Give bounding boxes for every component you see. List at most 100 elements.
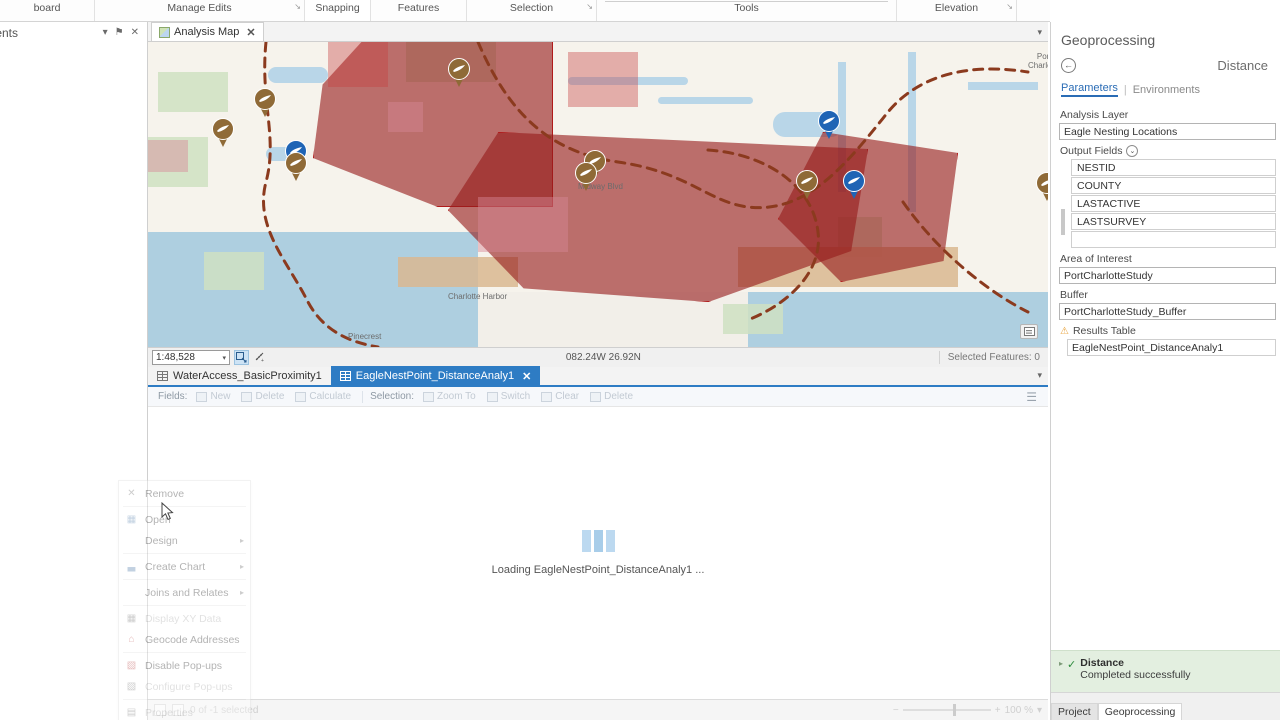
output-field-row[interactable]: LASTSURVEY	[1071, 213, 1276, 230]
ribbon-group-snapping[interactable]: Snapping	[305, 0, 371, 21]
ribbon-group-label: Tools	[734, 2, 759, 14]
context-menu-item-create-chart[interactable]: ▃ Create Chart ▸	[119, 556, 250, 577]
zoom-slider-handle[interactable]	[952, 704, 956, 716]
chevron-down-icon[interactable]: ▾	[1037, 370, 1042, 381]
zoom-out-button[interactable]: −	[893, 705, 899, 716]
geoprocessing-nav-row: ← Distance	[1051, 54, 1280, 78]
menu-caret-icon[interactable]: ▾	[103, 28, 108, 38]
ribbon-group-tools[interactable]: Tools	[597, 0, 897, 21]
table-toolbar: Fields: New Delete Calculate Selection: …	[148, 387, 1048, 407]
selection-zoom-to-button[interactable]: Zoom To	[419, 391, 480, 402]
fields-scrollbar-thumb[interactable]	[1061, 209, 1065, 235]
output-field-row[interactable]: LASTACTIVE	[1071, 195, 1276, 212]
map-place-label: Pinecrest	[348, 332, 382, 341]
map-pin-water-access[interactable]	[818, 110, 840, 140]
context-menu-item-disable-pop-ups[interactable]: ▧ Disable Pop-ups	[119, 655, 250, 676]
footer-tab-geoprocessing[interactable]: Geoprocessing	[1097, 703, 1183, 720]
back-arrow-icon[interactable]: ←	[1061, 57, 1076, 73]
bird-icon	[848, 177, 860, 184]
table-zoom-control[interactable]: − + 100 % ▾	[893, 704, 1042, 716]
menu-item-icon: ⌂	[128, 634, 135, 645]
dialog-launcher-icon[interactable]: ↘	[1006, 2, 1013, 11]
context-menu-item-geocode-addresses[interactable]: ⌂ Geocode Addresses	[119, 629, 250, 650]
pin-icon[interactable]: ⚑	[115, 28, 124, 38]
map-pin-eagle-nest[interactable]	[796, 170, 818, 200]
map-pin-eagle-nest[interactable]	[212, 118, 234, 148]
selection-clear-button[interactable]: Clear	[537, 391, 583, 402]
bird-icon	[1041, 180, 1048, 186]
table-tab-strip: WaterAccess_BasicProximity1 EagleNestPoin…	[148, 366, 1048, 387]
menu-item-icon: ▧	[126, 681, 137, 692]
table-tab-active[interactable]: EagleNestPoint_DistanceAnaly1 ✕	[330, 366, 541, 385]
selection-switch-button[interactable]: Switch	[483, 391, 534, 402]
close-icon[interactable]: ✕	[131, 28, 139, 38]
chevron-down-icon[interactable]: ▾	[1037, 27, 1042, 38]
area-of-interest-input[interactable]: PortCharlotteStudy	[1059, 267, 1276, 284]
context-menu-item-open[interactable]: ▦ Open	[119, 509, 250, 530]
ribbon-group-board[interactable]: board	[0, 0, 95, 21]
context-menu-item-remove[interactable]: ✕ Remove	[119, 483, 250, 504]
bird-icon	[217, 125, 229, 132]
buffer-value: PortCharlotteStudy_Buffer	[1064, 305, 1187, 318]
menu-item-icon: ▃	[127, 561, 136, 572]
buffer-input[interactable]: PortCharlotteStudy_Buffer	[1059, 303, 1276, 320]
selection-group-label: Selection:	[370, 391, 414, 402]
ribbon-group-manage-edits[interactable]: Manage Edits ↘	[95, 0, 305, 21]
ribbon-group-selection[interactable]: Selection ↘	[467, 0, 597, 21]
table-options-menu-icon[interactable]: ☰	[1026, 390, 1038, 404]
tab-analysis-map[interactable]: Analysis Map ✕	[151, 22, 264, 41]
context-menu-item-properties: ▤ Properties	[119, 702, 250, 720]
results-table-text: Results Table	[1072, 325, 1136, 337]
basemap-toggle-button[interactable]	[1020, 324, 1038, 339]
zoom-slider[interactable]	[902, 704, 991, 716]
layer-context-menu[interactable]: ✕ Remove ▦ Open Design ▸ ▃ Create Chart ▸ Joins a…	[118, 480, 251, 720]
map-canvas[interactable]: Port CharlotteCharlotte HarborPinecrestM…	[148, 42, 1048, 347]
map-status-bar: 1:48,528 ▾ + 082.24W 26.92N Selected Fea…	[148, 347, 1048, 367]
map-pin-eagle-nest[interactable]	[254, 88, 276, 118]
map-scale-combobox[interactable]: 1:48,528 ▾	[152, 350, 230, 365]
output-field-row[interactable]	[1071, 231, 1276, 248]
selection-delete-button[interactable]: Delete	[586, 391, 637, 402]
close-icon[interactable]: ✕	[246, 26, 255, 39]
area-of-interest-label: Area of Interest	[1060, 253, 1132, 265]
measure-tool-button[interactable]: +	[253, 350, 268, 365]
ribbon-group-features[interactable]: Features	[371, 0, 467, 21]
output-field-row[interactable]: COUNTY	[1071, 177, 1276, 194]
field-new-button[interactable]: New	[192, 391, 234, 402]
close-icon[interactable]: ✕	[522, 370, 531, 383]
map-pin-eagle-nest[interactable]	[448, 58, 470, 88]
tab-parameters[interactable]: Parameters	[1061, 82, 1118, 97]
submenu-arrow-icon: ▸	[239, 562, 244, 571]
dialog-launcher-icon[interactable]: ↘	[294, 2, 301, 11]
map-pin-water-access[interactable]	[843, 170, 865, 200]
tool-name-heading: Distance	[1217, 57, 1268, 73]
table-tab-inactive[interactable]: WaterAccess_BasicProximity1	[148, 366, 331, 385]
results-table-input[interactable]: EagleNestPoint_DistanceAnaly1	[1067, 339, 1276, 356]
footer-tab-project[interactable]: Project	[1051, 703, 1098, 720]
geoprocessing-result-banner[interactable]: ▸ ✓ Distance Completed successfully	[1051, 650, 1280, 692]
map-pin-eagle-nest[interactable]	[575, 162, 597, 192]
field-delete-button[interactable]: Delete	[237, 391, 288, 402]
select-tool-button[interactable]	[234, 350, 249, 365]
map-pin-eagle-nest[interactable]	[1036, 172, 1048, 202]
context-menu-item-joins-and-relates[interactable]: Joins and Relates ▸	[119, 582, 250, 603]
zoom-in-button[interactable]: +	[995, 705, 1001, 716]
tab-separator: |	[1123, 83, 1127, 96]
map-tab-strip: Analysis Map ✕ ▾	[148, 22, 1048, 42]
clear-selection-icon	[541, 391, 553, 402]
context-menu-separator	[123, 553, 246, 554]
output-fields-list[interactable]: NESTID COUNTY LASTACTIVE LASTSURVEY	[1059, 159, 1276, 248]
map-pin-eagle-nest[interactable]	[285, 152, 307, 182]
contents-pane-buttons: ▾ ⚑ ✕	[103, 28, 147, 38]
chevron-down-icon[interactable]: ⌄	[1126, 145, 1139, 157]
context-menu-separator	[123, 506, 246, 507]
chevron-down-icon[interactable]: ▾	[1037, 705, 1042, 716]
output-field-row[interactable]: NESTID	[1071, 159, 1276, 176]
ribbon-group-elevation[interactable]: Elevation ↘	[897, 0, 1017, 21]
dialog-launcher-icon[interactable]: ↘	[586, 2, 593, 11]
analysis-layer-input[interactable]: Eagle Nesting Locations	[1059, 123, 1276, 140]
tab-environments[interactable]: Environments	[1133, 84, 1200, 96]
expand-arrow-icon[interactable]: ▸	[1059, 659, 1063, 668]
context-menu-item-design[interactable]: Design ▸	[119, 530, 250, 551]
field-calculate-button[interactable]: Calculate	[291, 391, 355, 402]
